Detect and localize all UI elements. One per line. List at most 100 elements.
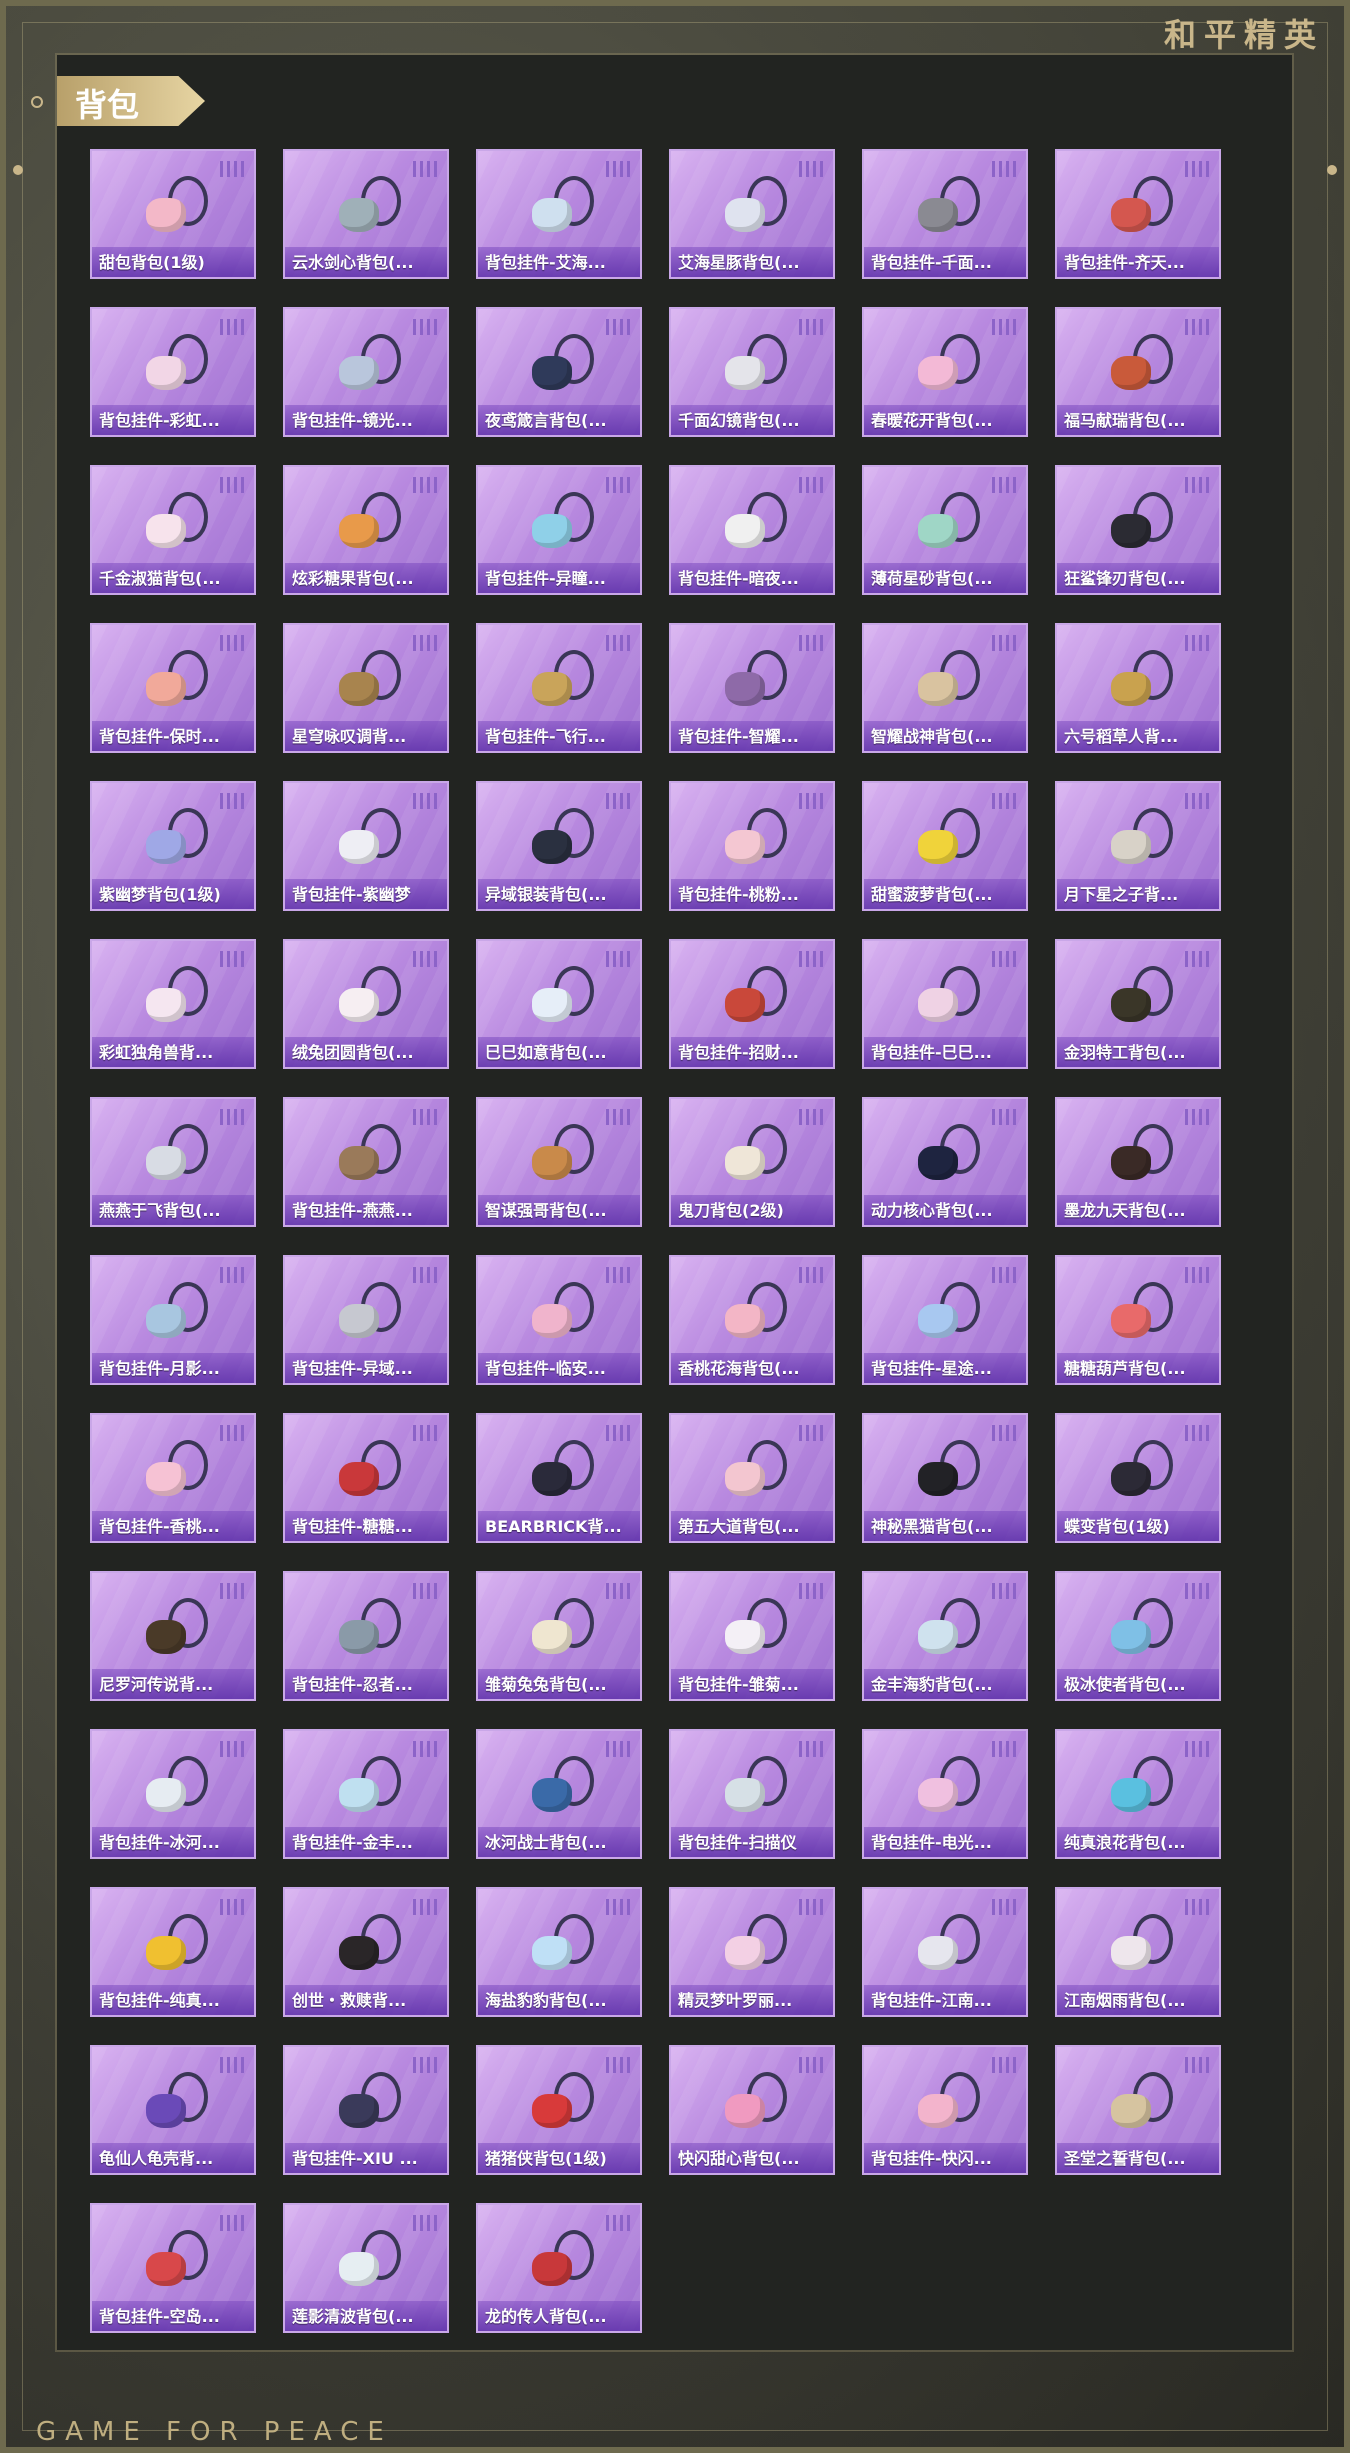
backpack-item-card[interactable]: 彩虹独角兽背...: [90, 939, 256, 1069]
backpack-item-card[interactable]: 香桃花海背包(...: [669, 1255, 835, 1385]
backpack-item-card[interactable]: 背包挂件-金丰...: [283, 1729, 449, 1859]
rarity-bars-icon: [992, 1267, 1016, 1283]
backpack-item-card[interactable]: 雏菊兔兔背包(...: [476, 1571, 642, 1701]
backpack-item-card[interactable]: 第五大道背包(...: [669, 1413, 835, 1543]
backpack-item-card[interactable]: 龙的传人背包(...: [476, 2203, 642, 2333]
backpack-item-card[interactable]: 海盐豹豹背包(...: [476, 1887, 642, 2017]
item-name: 背包挂件-XIU ...: [292, 2149, 418, 2168]
item-name: 背包挂件-雏菊...: [678, 1675, 799, 1694]
backpack-item-card[interactable]: 云水剑心背包(...: [283, 149, 449, 279]
backpack-item-card[interactable]: 江南烟雨背包(...: [1055, 1887, 1221, 2017]
backpack-item-card[interactable]: 背包挂件-千面...: [862, 149, 1028, 279]
backpack-item-card[interactable]: 背包挂件-电光...: [862, 1729, 1028, 1859]
backpack-item-card[interactable]: 甜包背包(1级): [90, 149, 256, 279]
backpack-item-card[interactable]: 纯真浪花背包(...: [1055, 1729, 1221, 1859]
backpack-item-card[interactable]: 糖糖葫芦背包(...: [1055, 1255, 1221, 1385]
rarity-bars-icon: [413, 1109, 437, 1125]
backpack-item-card[interactable]: 背包挂件-香桃...: [90, 1413, 256, 1543]
backpack-item-card[interactable]: 莲影清波背包(...: [283, 2203, 449, 2333]
backpack-item-card[interactable]: 墨龙九天背包(...: [1055, 1097, 1221, 1227]
backpack-item-card[interactable]: 极冰使者背包(...: [1055, 1571, 1221, 1701]
backpack-item-card[interactable]: 艾海星豚背包(...: [669, 149, 835, 279]
backpack-item-card[interactable]: 背包挂件-艾海...: [476, 149, 642, 279]
rarity-bars-icon: [992, 1899, 1016, 1915]
backpack-item-card[interactable]: 背包挂件-异域...: [283, 1255, 449, 1385]
backpack-item-card[interactable]: 背包挂件-巳巳...: [862, 939, 1028, 1069]
backpack-item-card[interactable]: 背包挂件-异瞳...: [476, 465, 642, 595]
backpack-item-card[interactable]: 背包挂件-快闪...: [862, 2045, 1028, 2175]
backpack-item-card[interactable]: 福马献瑞背包(...: [1055, 307, 1221, 437]
rarity-bars-icon: [606, 1267, 630, 1283]
backpack-item-card[interactable]: 背包挂件-智耀...: [669, 623, 835, 753]
backpack-item-card[interactable]: 燕燕于飞背包(...: [90, 1097, 256, 1227]
backpack-item-card[interactable]: 背包挂件-空岛...: [90, 2203, 256, 2333]
backpack-item-card[interactable]: 背包挂件-临安...: [476, 1255, 642, 1385]
backpack-item-card[interactable]: 智谋强哥背包(...: [476, 1097, 642, 1227]
backpack-item-card[interactable]: 背包挂件-桃粉...: [669, 781, 835, 911]
backpack-item-card[interactable]: 背包挂件-XIU ...: [283, 2045, 449, 2175]
backpack-item-card[interactable]: 背包挂件-暗夜...: [669, 465, 835, 595]
backpack-item-card[interactable]: 背包挂件-忍者...: [283, 1571, 449, 1701]
backpack-item-card[interactable]: 背包挂件-飞行...: [476, 623, 642, 753]
backpack-item-card[interactable]: 背包挂件-冰河...: [90, 1729, 256, 1859]
backpack-item-card[interactable]: 背包挂件-扫描仪: [669, 1729, 835, 1859]
item-name: 智谋强哥背包(...: [485, 1201, 607, 1220]
backpack-item-card[interactable]: 神秘黑猫背包(...: [862, 1413, 1028, 1543]
backpack-item-card[interactable]: 圣堂之誓背包(...: [1055, 2045, 1221, 2175]
backpack-item-card[interactable]: 冰河战士背包(...: [476, 1729, 642, 1859]
backpack-item-card[interactable]: 绒兔团圆背包(...: [283, 939, 449, 1069]
backpack-item-card[interactable]: 月下星之子背...: [1055, 781, 1221, 911]
backpack-item-card[interactable]: 千面幻镜背包(...: [669, 307, 835, 437]
backpack-item-card[interactable]: BEARBRICK背...: [476, 1413, 642, 1543]
backpack-item-card[interactable]: 狂鲨锋刃背包(...: [1055, 465, 1221, 595]
backpack-item-card[interactable]: 尼罗河传说背...: [90, 1571, 256, 1701]
backpack-item-card[interactable]: 背包挂件-月影...: [90, 1255, 256, 1385]
backpack-item-card[interactable]: 猪猪侠背包(1级): [476, 2045, 642, 2175]
backpack-item-card[interactable]: 星穹咏叹调背...: [283, 623, 449, 753]
backpack-item-card[interactable]: 背包挂件-保时...: [90, 623, 256, 753]
backpack-item-icon: [138, 1440, 208, 1500]
backpack-item-card[interactable]: 金羽特工背包(...: [1055, 939, 1221, 1069]
backpack-item-card[interactable]: 智耀战神背包(...: [862, 623, 1028, 753]
backpack-item-card[interactable]: 蝶变背包(1级): [1055, 1413, 1221, 1543]
backpack-item-card[interactable]: 快闪甜心背包(...: [669, 2045, 835, 2175]
backpack-item-card[interactable]: 六号稻草人背...: [1055, 623, 1221, 753]
backpack-item-card[interactable]: 背包挂件-紫幽梦: [283, 781, 449, 911]
backpack-item-card[interactable]: 背包挂件-彩虹...: [90, 307, 256, 437]
backpack-item-card[interactable]: 异域银装背包(...: [476, 781, 642, 911]
backpack-item-card[interactable]: 背包挂件-齐天...: [1055, 149, 1221, 279]
backpack-item-card[interactable]: 动力核心背包(...: [862, 1097, 1028, 1227]
backpack-item-card[interactable]: 精灵梦叶罗丽...: [669, 1887, 835, 2017]
backpack-item-card[interactable]: 夜鸢箴言背包(...: [476, 307, 642, 437]
backpack-item-card[interactable]: 背包挂件-纯真...: [90, 1887, 256, 2017]
rarity-bars-icon: [413, 1425, 437, 1441]
backpack-item-icon: [138, 1598, 208, 1658]
rarity-bars-icon: [220, 1583, 244, 1599]
backpack-item-card[interactable]: 背包挂件-招财...: [669, 939, 835, 1069]
backpack-item-card[interactable]: 巳巳如意背包(...: [476, 939, 642, 1069]
backpack-item-card[interactable]: 背包挂件-星途...: [862, 1255, 1028, 1385]
backpack-item-card[interactable]: 紫幽梦背包(1级): [90, 781, 256, 911]
backpack-item-card[interactable]: 炫彩糖果背包(...: [283, 465, 449, 595]
backpack-item-icon: [910, 650, 980, 710]
item-name: 背包挂件-暗夜...: [678, 569, 799, 588]
backpack-item-card[interactable]: 龟仙人龟壳背...: [90, 2045, 256, 2175]
backpack-item-card[interactable]: 创世・救赎背...: [283, 1887, 449, 2017]
backpack-item-card[interactable]: 金丰海豹背包(...: [862, 1571, 1028, 1701]
backpack-item-icon: [1103, 1124, 1173, 1184]
backpack-item-card[interactable]: 千金淑猫背包(...: [90, 465, 256, 595]
backpack-item-card[interactable]: 背包挂件-江南...: [862, 1887, 1028, 2017]
backpack-item-card[interactable]: 背包挂件-糖糖...: [283, 1413, 449, 1543]
backpack-item-card[interactable]: 背包挂件-镜光...: [283, 307, 449, 437]
backpack-item-card[interactable]: 鬼刀背包(2级): [669, 1097, 835, 1227]
item-name: 薄荷星砂背包(...: [871, 569, 993, 588]
rarity-bars-icon: [220, 1109, 244, 1125]
backpack-item-card[interactable]: 薄荷星砂背包(...: [862, 465, 1028, 595]
rarity-bars-icon: [220, 2215, 244, 2231]
backpack-item-card[interactable]: 背包挂件-雏菊...: [669, 1571, 835, 1701]
rarity-bars-icon: [413, 319, 437, 335]
backpack-item-card[interactable]: 春暖花开背包(...: [862, 307, 1028, 437]
backpack-item-card[interactable]: 甜蜜菠萝背包(...: [862, 781, 1028, 911]
backpack-item-card[interactable]: 背包挂件-燕燕...: [283, 1097, 449, 1227]
item-name: 糖糖葫芦背包(...: [1064, 1359, 1186, 1378]
